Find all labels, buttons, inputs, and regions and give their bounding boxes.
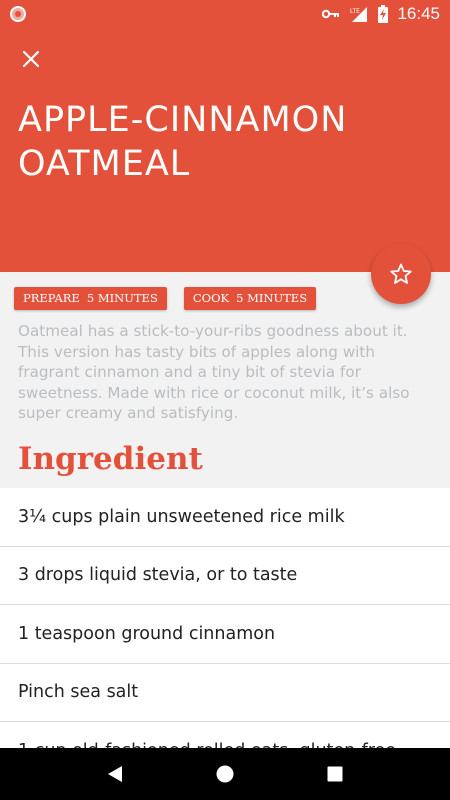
recipe-description: Oatmeal has a stick-to-your-ribs goodnes…	[18, 322, 410, 423]
cook-time-chip: COOK 5 MINUTES	[183, 287, 317, 310]
close-button[interactable]	[14, 42, 48, 76]
key-icon	[322, 8, 340, 20]
ingredient-list: 3¼ cups plain unsweetened rice milk 3 dr…	[0, 488, 450, 781]
prepare-time-chip: PREPARE 5 MINUTES	[14, 287, 167, 310]
back-button[interactable]	[95, 754, 135, 794]
system-nav-bar	[0, 748, 450, 800]
ingredients-heading: Ingredient	[18, 441, 203, 477]
home-button[interactable]	[205, 754, 245, 794]
chip-label: PREPARE	[23, 291, 80, 305]
svg-text:LTE: LTE	[350, 8, 360, 15]
list-item[interactable]: 3 drops liquid stevia, or to taste	[0, 547, 450, 605]
battery-charging-icon	[378, 5, 389, 23]
back-icon	[108, 766, 122, 782]
chip-value: 5 MINUTES	[86, 291, 158, 305]
favorite-button[interactable]	[371, 244, 431, 304]
clock-time: 16:45	[397, 4, 440, 23]
recipe-header: APPLE-CINNAMON OATMEAL	[0, 28, 450, 272]
list-item[interactable]: Pinch sea salt	[0, 664, 450, 722]
notification-dot-icon	[10, 6, 26, 22]
recipe-title: APPLE-CINNAMON OATMEAL	[18, 100, 348, 184]
lte-signal-icon: LTE	[349, 5, 369, 23]
list-item[interactable]: 1 teaspoon ground cinnamon	[0, 605, 450, 664]
status-bar: LTE 16:45	[0, 0, 450, 28]
home-icon	[216, 765, 234, 783]
chip-value: 5 MINUTES	[236, 291, 308, 305]
chip-label: COOK	[192, 291, 230, 305]
status-icons: LTE 16:45	[322, 0, 440, 28]
list-item[interactable]: 3¼ cups plain unsweetened rice milk	[0, 488, 450, 547]
time-chips: PREPARE 5 MINUTES COOK 5 MINUTES	[14, 287, 317, 310]
close-icon	[23, 51, 39, 67]
star-outline-icon	[390, 263, 412, 284]
recents-icon	[327, 766, 343, 782]
recents-button[interactable]	[315, 754, 355, 794]
